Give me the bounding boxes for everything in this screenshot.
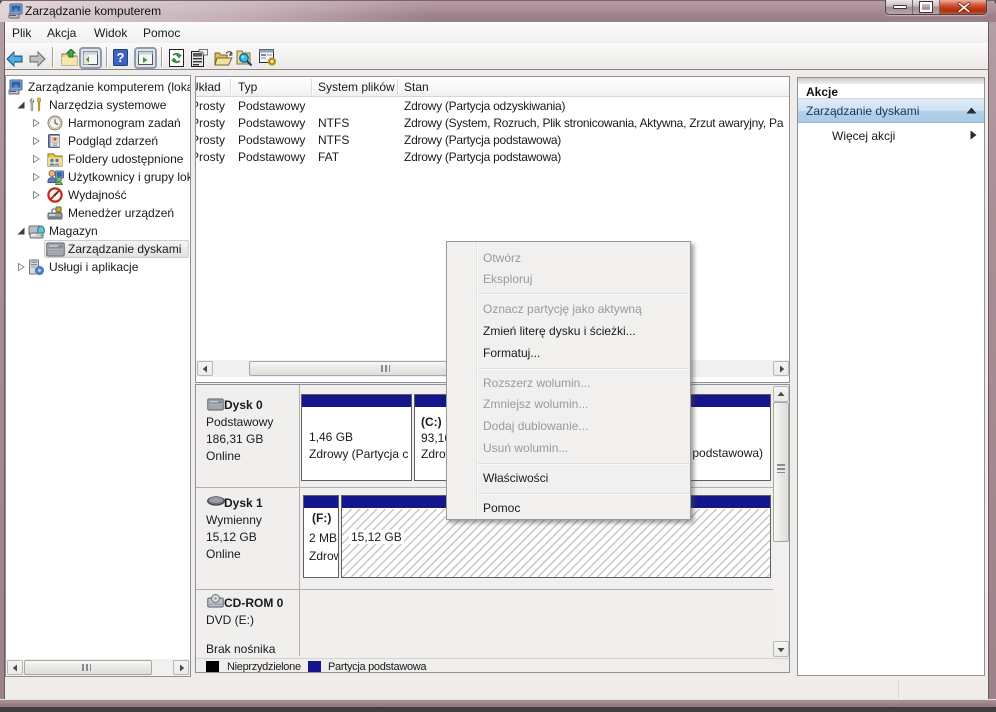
svg-text:?: ? — [117, 50, 125, 65]
